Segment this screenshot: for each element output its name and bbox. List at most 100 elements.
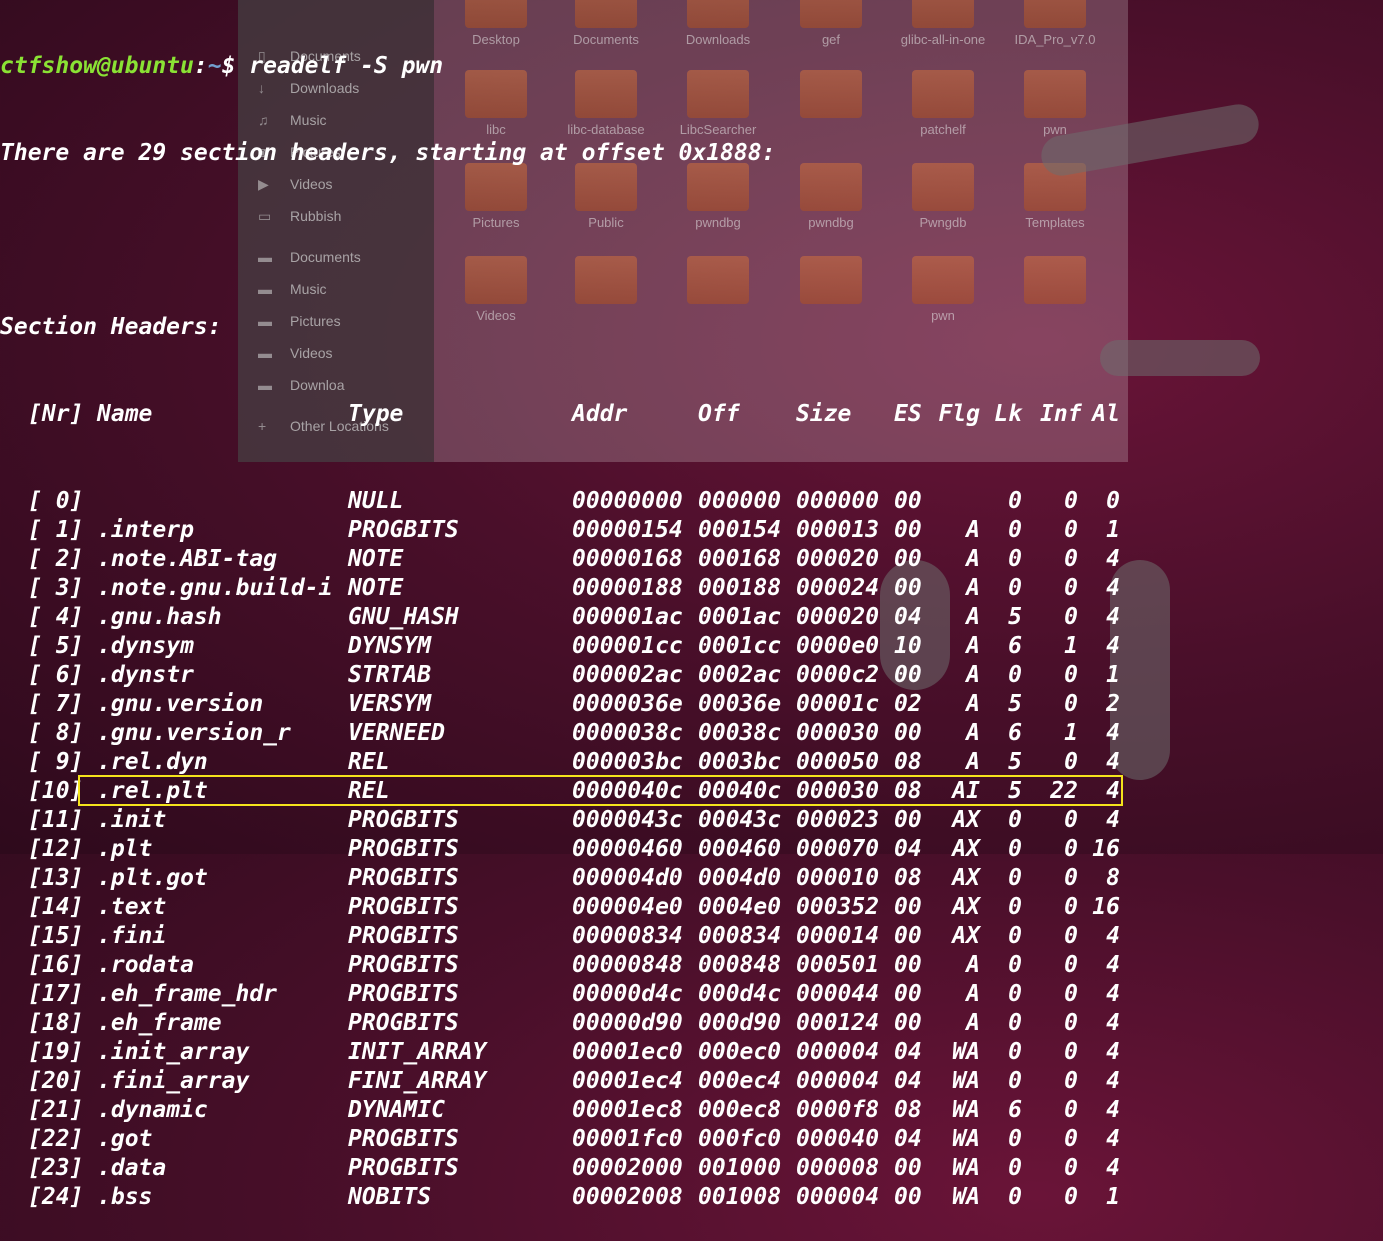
cell-addr: 00000000	[572, 488, 683, 514]
cell-flg: A	[966, 604, 980, 630]
cell-lk: 0	[1008, 1126, 1022, 1152]
cell-name: .dynstr	[97, 662, 194, 688]
cell-flg: A	[966, 662, 980, 688]
cell-addr: 000001cc	[572, 633, 683, 659]
cell-type: NOBITS	[348, 1184, 432, 1210]
cell-flg: WA	[952, 1068, 980, 1094]
cell-addr: 00002000	[572, 1155, 683, 1181]
cell-name: .gnu.version_r	[97, 720, 291, 746]
cell-lk: 0	[1008, 575, 1022, 601]
cell-inf: 0	[1064, 1184, 1078, 1210]
cell-flg: A	[966, 575, 980, 601]
cell-nr: [ 1]	[28, 517, 84, 543]
cell-lk: 6	[1008, 633, 1022, 659]
table-row: [11] .init PROGBITS 0000043c 00043c 000023 0 0 A…	[0, 806, 1383, 835]
header-al: Al	[1092, 401, 1120, 427]
cell-inf: 0	[1064, 952, 1078, 978]
cell-addr: 0000038c	[572, 720, 683, 746]
cell-inf: 0	[1064, 836, 1078, 862]
command-text: readelf -S pwn	[249, 53, 444, 79]
cell-al: 4	[1106, 1155, 1120, 1181]
cell-nr: [13]	[28, 865, 84, 891]
table-row: [15] .fini PROGBITS 00000834 000834 000014 0 0 A…	[0, 922, 1383, 951]
table-row: [ 2] .note.ABI-tag NOTE 00000168 000168 00002…	[0, 545, 1383, 574]
table-row: [17] .eh_frame_hdr PROGBITS 00000d4c 000d4c 0…	[0, 980, 1383, 1009]
cell-name: .got	[97, 1126, 153, 1152]
cell-nr: [12]	[28, 836, 84, 862]
cell-addr: 00000834	[572, 923, 683, 949]
cell-size: 00001c	[796, 691, 880, 717]
cell-lk: 0	[1008, 981, 1022, 1007]
cell-lk: 0	[1008, 1184, 1022, 1210]
cell-inf: 0	[1064, 981, 1078, 1007]
cell-name: .rodata	[97, 952, 194, 978]
cell-lk: 0	[1008, 1039, 1022, 1065]
header-size: Size	[796, 401, 852, 427]
cell-size: 0000f8	[796, 1097, 880, 1123]
cell-name: .rel.dyn	[97, 749, 208, 775]
cell-nr: [16]	[28, 952, 84, 978]
cell-type: PROGBITS	[348, 807, 459, 833]
cell-name: .dynamic	[97, 1097, 208, 1123]
header-name: Name	[97, 401, 153, 427]
cell-off: 000848	[698, 952, 782, 978]
cell-nr: [14]	[28, 894, 84, 920]
cell-off: 000460	[698, 836, 782, 862]
cell-flg: A	[966, 749, 980, 775]
cell-off: 001000	[698, 1155, 782, 1181]
header-lk: Lk	[994, 401, 1022, 427]
cell-lk: 6	[1008, 1097, 1022, 1123]
table-row: [ 4] .gnu.hash GNU_HASH 000001ac 0001ac 00002…	[0, 603, 1383, 632]
cell-nr: [ 0]	[28, 488, 84, 514]
cell-size: 000008	[796, 1155, 880, 1181]
cell-addr: 00000188	[572, 575, 683, 601]
cell-off: 000188	[698, 575, 782, 601]
header-inf: Inf	[1040, 401, 1082, 427]
table-row: [13] .plt.got PROGBITS 000004d0 0004d0 000010…	[0, 864, 1383, 893]
cell-addr: 00000848	[572, 952, 683, 978]
table-row: [18] .eh_frame PROGBITS 00000d90 000d90 00012…	[0, 1009, 1383, 1038]
cell-al: 1	[1106, 1184, 1120, 1210]
header-flg: Flg	[938, 401, 980, 427]
cell-addr: 000001ac	[572, 604, 683, 630]
cell-type: GNU_HASH	[348, 604, 459, 630]
cell-addr: 000004d0	[572, 865, 683, 891]
cell-off: 0004e0	[698, 894, 782, 920]
cell-lk: 0	[1008, 865, 1022, 891]
cell-inf: 0	[1064, 662, 1078, 688]
cell-type: DYNAMIC	[348, 1097, 445, 1123]
cell-addr: 00001ec4	[572, 1068, 683, 1094]
cell-al: 2	[1106, 691, 1120, 717]
table-row: [12] .plt PROGBITS 00000460 000460 000070 04 AX…	[0, 835, 1383, 864]
cell-off: 000d4c	[698, 981, 782, 1007]
table-row: [14] .text PROGBITS 000004e0 0004e0 000352 0 0 A…	[0, 893, 1383, 922]
cell-nr: [24]	[28, 1184, 84, 1210]
cell-off: 0002ac	[698, 662, 782, 688]
cell-al: 0	[1106, 488, 1120, 514]
cell-inf: 0	[1064, 1126, 1078, 1152]
cell-size: 000004	[796, 1068, 880, 1094]
cell-type: PROGBITS	[348, 1155, 459, 1181]
cell-inf: 0	[1064, 1068, 1078, 1094]
cell-size: 000020	[796, 546, 880, 572]
cell-addr: 00001fc0	[572, 1126, 683, 1152]
cell-inf: 0	[1064, 546, 1078, 572]
cell-flg: WA	[952, 1126, 980, 1152]
cell-inf: 0	[1064, 575, 1078, 601]
table-row: [19] .init_array INIT_ARRAY 00001ec0 000ec0 0…	[0, 1038, 1383, 1067]
cell-al: 4	[1106, 546, 1120, 572]
cell-type: NOTE	[348, 575, 404, 601]
cell-name: .note.ABI-tag	[97, 546, 278, 572]
cell-flg: AX	[952, 836, 980, 862]
cell-off: 000834	[698, 923, 782, 949]
table-row: [ 6] .dynstr STRTAB 000002ac 0002ac 0000c2 0 0 A…	[0, 661, 1383, 690]
cell-off: 000000	[698, 488, 782, 514]
cell-inf: 0	[1064, 865, 1078, 891]
table-row: [22] .got PROGBITS 00001fc0 000fc0 000040 0 4 WA…	[0, 1125, 1383, 1154]
cell-lk: 0	[1008, 836, 1022, 862]
cell-type: PROGBITS	[348, 894, 459, 920]
cell-name: .fini	[97, 923, 167, 949]
cell-al: 4	[1106, 981, 1120, 1007]
cell-es: 00	[894, 488, 922, 514]
cell-nr: [15]	[28, 923, 84, 949]
